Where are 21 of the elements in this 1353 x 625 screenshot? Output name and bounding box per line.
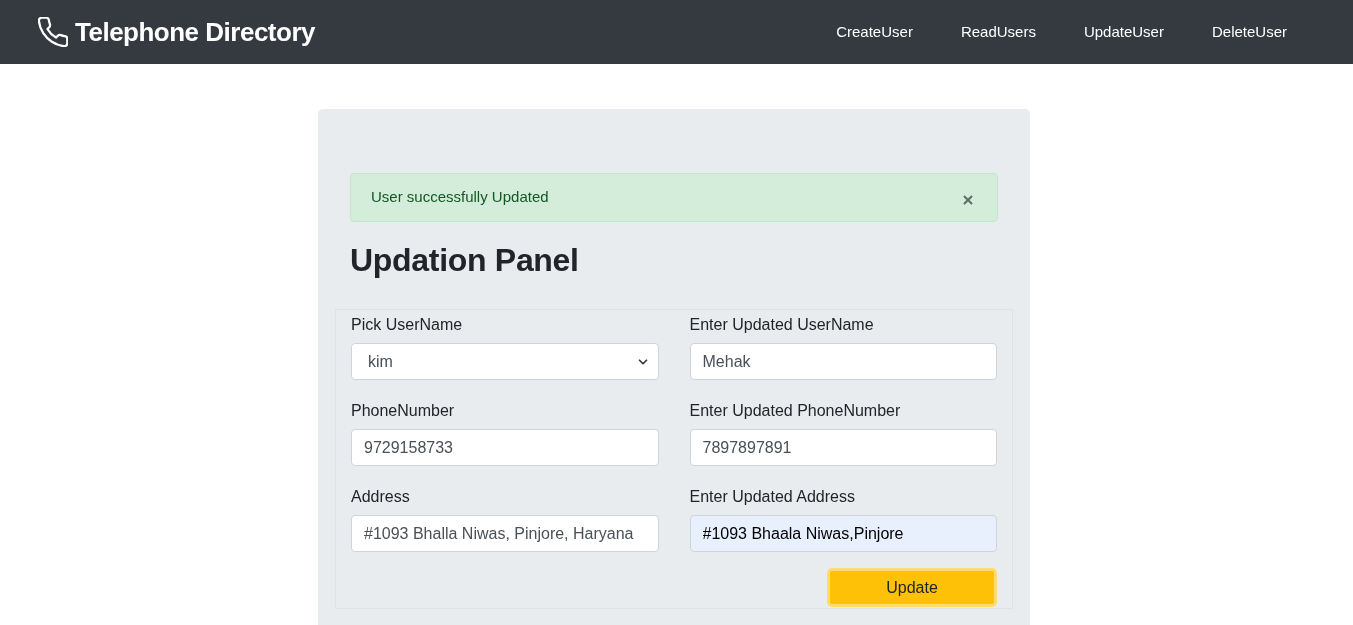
nav-link[interactable]: UpdateUser (1059, 20, 1188, 44)
text-input[interactable]: #1093 Bhaala Niwas,Pinjore (689, 515, 997, 552)
text-input[interactable]: 7897897891 (689, 429, 997, 466)
text-input[interactable]: #1093 Bhalla Niwas, Pinjore, Haryana (351, 515, 659, 552)
field-label: Address (351, 487, 410, 507)
alert-message: User successfully Updated (371, 187, 549, 208)
nav-link[interactable]: ReadUsers (936, 20, 1060, 44)
panel-title: Updation Panel (350, 241, 579, 279)
field-label: Enter Updated Address (689, 487, 855, 507)
text-input[interactable]: Mehak (689, 343, 997, 380)
field-label: PhoneNumber (351, 401, 455, 421)
brand-link[interactable]: Telephone Directory (75, 12, 315, 52)
field-label: Pick UserName (351, 315, 463, 335)
nav-link[interactable]: DeleteUser (1187, 20, 1311, 44)
update-button[interactable]: Update (827, 568, 997, 607)
field-label: Enter Updated UserName (689, 315, 874, 335)
phone-icon (38, 17, 68, 47)
field-label: Enter Updated PhoneNumber (689, 401, 901, 421)
text-input[interactable]: 9729158733 (351, 429, 659, 466)
username-select[interactable]: kim (351, 343, 659, 380)
nav-link[interactable]: CreateUser (812, 20, 937, 44)
